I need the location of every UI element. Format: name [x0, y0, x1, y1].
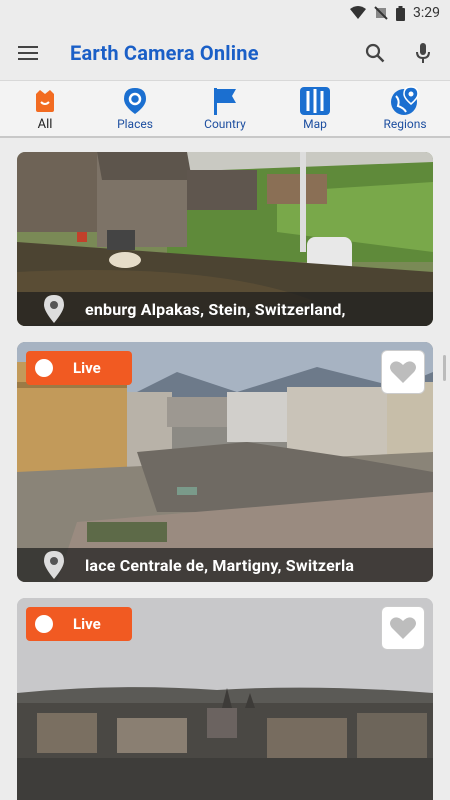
battery-icon: [396, 5, 405, 21]
place-pin-icon: [120, 86, 150, 116]
favorite-button[interactable]: [381, 606, 425, 650]
camera-location: lace Centrale de, Martigny, Switzerla: [85, 555, 355, 575]
tab-all-label: All: [37, 116, 53, 132]
microphone-icon: [416, 43, 430, 63]
live-indicator-icon: [35, 615, 53, 633]
camera-card[interactable]: enburg Alpakas, Stein, Switzerland,: [17, 152, 433, 326]
camera-feed: enburg Alpakas, Stein, Switzerland, Live: [0, 140, 450, 800]
app-bar: Earth Camera Online: [0, 26, 450, 80]
tab-places[interactable]: Places: [90, 81, 180, 136]
tab-map[interactable]: Map: [270, 81, 360, 136]
card-caption: lace Centrale de, Martigny, Switzerla: [17, 548, 433, 582]
live-label: Live: [73, 359, 101, 377]
all-icon: [30, 86, 60, 116]
camera-location: enburg Alpakas, Stein, Switzerland,: [85, 299, 346, 319]
wifi-icon: [350, 6, 366, 20]
card-caption: enburg Alpakas, Stein, Switzerland,: [17, 292, 433, 326]
menu-button[interactable]: [14, 39, 42, 67]
status-bar: 3:29: [0, 0, 450, 26]
hamburger-icon: [18, 46, 38, 60]
favorite-button[interactable]: [381, 350, 425, 394]
location-pin-icon: [39, 550, 69, 580]
heart-icon: [390, 617, 416, 639]
voice-search-button[interactable]: [410, 40, 436, 66]
scrollbar[interactable]: [443, 355, 446, 381]
camera-card[interactable]: Live: [17, 598, 433, 800]
location-pin-icon: [39, 294, 69, 324]
search-icon: [365, 43, 385, 63]
tab-country-label: Country: [204, 117, 246, 131]
live-badge[interactable]: Live: [26, 351, 132, 385]
no-signal-icon: [374, 6, 388, 20]
tab-places-label: Places: [117, 117, 153, 131]
search-button[interactable]: [362, 40, 388, 66]
tab-all[interactable]: All: [0, 81, 90, 136]
camera-card[interactable]: Live lace Centrale de, Martigny, Switzer…: [17, 342, 433, 582]
globe-pin-icon: [390, 86, 420, 116]
flag-icon: [210, 86, 240, 116]
tab-country[interactable]: Country: [180, 81, 270, 136]
heart-icon: [390, 361, 416, 383]
category-tabs: All Places Country Map Regions: [0, 80, 450, 138]
live-label: Live: [73, 615, 101, 633]
live-indicator-icon: [35, 359, 53, 377]
map-icon: [300, 86, 330, 116]
live-badge[interactable]: Live: [26, 607, 132, 641]
tab-regions-label: Regions: [383, 117, 427, 131]
tab-map-label: Map: [303, 117, 327, 131]
app-title: Earth Camera Online: [70, 41, 259, 65]
tab-regions[interactable]: Regions: [360, 81, 450, 136]
status-time: 3:29: [413, 5, 440, 21]
